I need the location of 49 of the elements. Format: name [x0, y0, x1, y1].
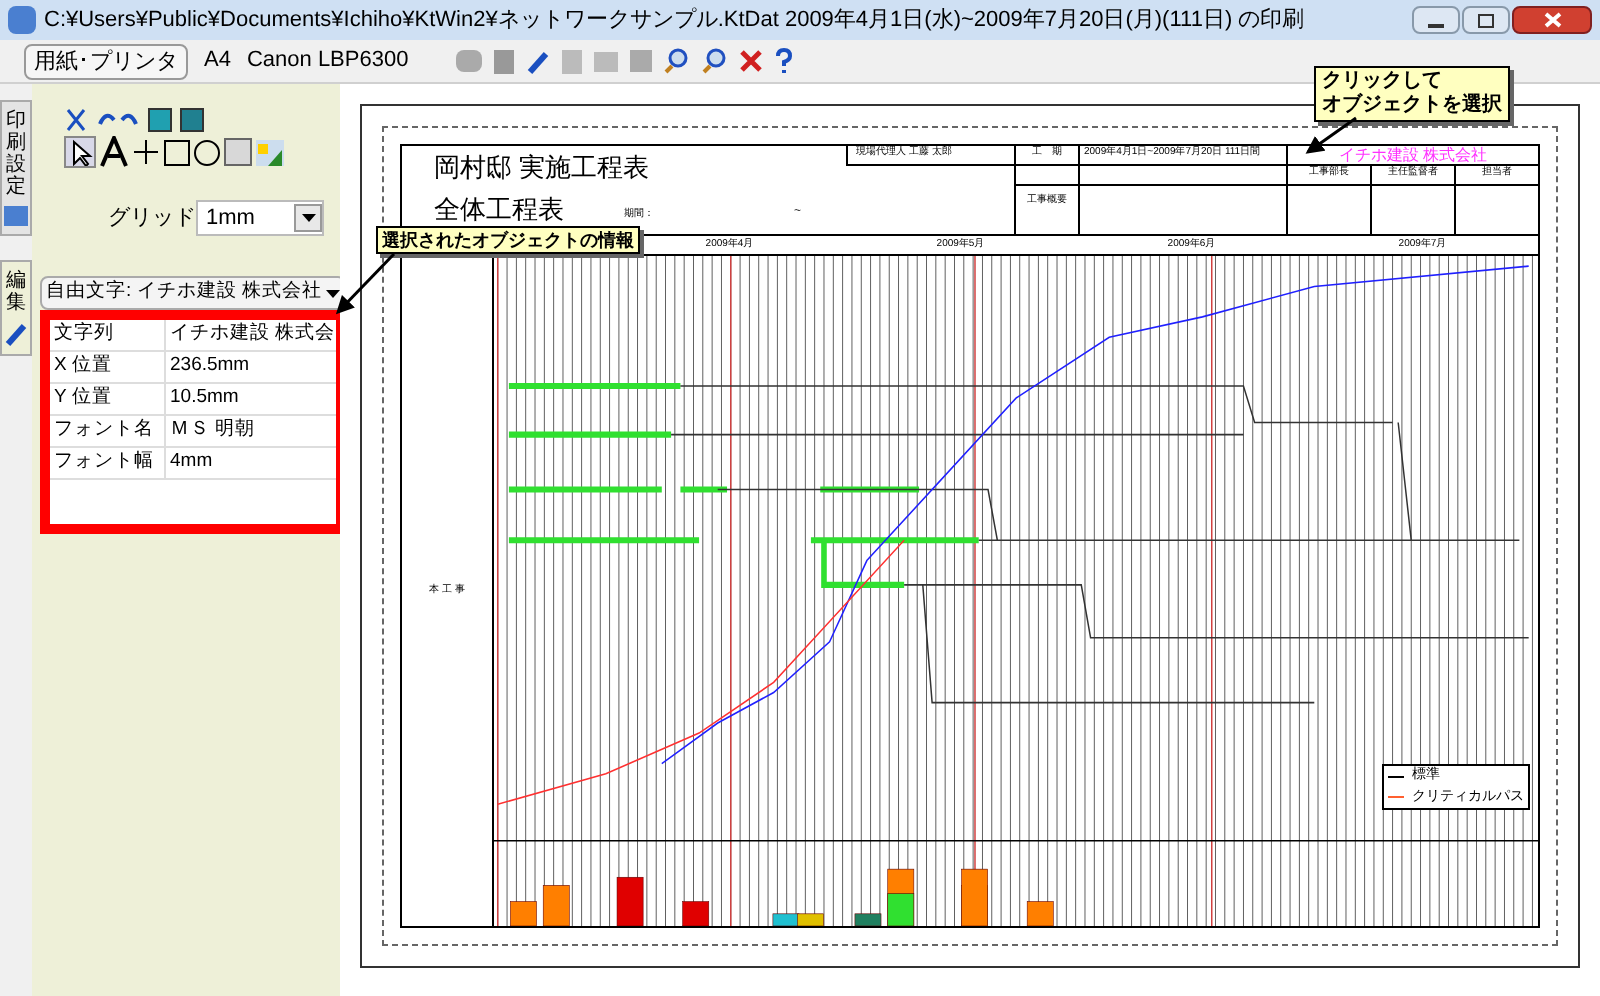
property-value: 236.5mm	[168, 352, 252, 380]
tooltip: クリックして オブジェクトを選択	[1314, 66, 1510, 122]
side-tab[interactable]: 印刷設定	[0, 100, 32, 236]
pen-icon	[4, 322, 28, 346]
help-icon[interactable]	[774, 48, 795, 74]
maximize-icon	[1478, 13, 1494, 27]
tooltip: 選択されたオブジェクトの情報	[376, 226, 640, 254]
rectangle-tool-icon[interactable]	[164, 139, 190, 165]
layer-front-icon[interactable]	[148, 108, 172, 132]
app-icon	[8, 6, 36, 34]
printer-name: Canon LBP6300	[246, 46, 409, 77]
property-value: イチホ建設 株式会	[168, 320, 336, 348]
pointer-arrow	[330, 252, 398, 320]
property-name: 文字列	[50, 320, 166, 350]
minimize-button[interactable]	[1412, 6, 1460, 34]
side-tab[interactable]: 編集	[0, 260, 32, 356]
property-value: 10.5mm	[168, 384, 241, 412]
grid-label: グリッド	[108, 203, 196, 234]
property-value: 4mm	[168, 448, 215, 476]
document-subtitle: 全体工程表	[434, 196, 564, 222]
property-name: フォント名	[50, 416, 166, 446]
zoom-in-icon[interactable]	[702, 48, 729, 74]
object-dropdown[interactable]: 自由文字: イチホ建設 株式会社	[40, 276, 346, 310]
company-name: イチホ建設 株式会社	[1336, 147, 1490, 163]
caret-icon	[301, 214, 315, 222]
property-name: Y 位置	[50, 384, 166, 414]
close-icon	[1543, 12, 1561, 28]
document-title: 岡村邸 実施工程表	[434, 154, 652, 180]
zoom-out-icon[interactable]	[664, 48, 691, 74]
caret-icon	[325, 289, 340, 297]
close-button[interactable]	[1512, 6, 1592, 34]
window-title: C:¥Users¥Public¥Documents¥Ichiho¥KtWin2¥ネットワークサンプル.KtDat 2009年4月1日(水)~2009年7月20日(月)(111日) の印刷	[44, 5, 1305, 36]
property-value: ＭＳ 明朝	[168, 416, 258, 444]
pen-icon[interactable]	[526, 49, 551, 73]
grid-dropdown[interactable]: 1mm	[196, 200, 324, 236]
line-tool-icon[interactable]	[132, 138, 160, 166]
text-tool-icon[interactable]	[100, 136, 128, 168]
property-name: フォント幅	[50, 448, 166, 478]
delete-icon[interactable]	[740, 50, 763, 72]
maximize-button[interactable]	[1462, 6, 1510, 34]
layer-back-icon[interactable]	[180, 108, 204, 132]
image-tool-icon[interactable]	[256, 139, 284, 165]
paper-size: A4	[204, 46, 231, 77]
paper-printer-button[interactable]: 用紙･プリンタ	[24, 43, 188, 79]
property-name: X 位置	[50, 352, 166, 382]
scissors-icon[interactable]	[64, 108, 88, 132]
minimize-icon	[1428, 24, 1444, 28]
ellipse-tool-icon[interactable]	[194, 139, 220, 165]
pointer-tool-icon[interactable]	[64, 136, 96, 168]
